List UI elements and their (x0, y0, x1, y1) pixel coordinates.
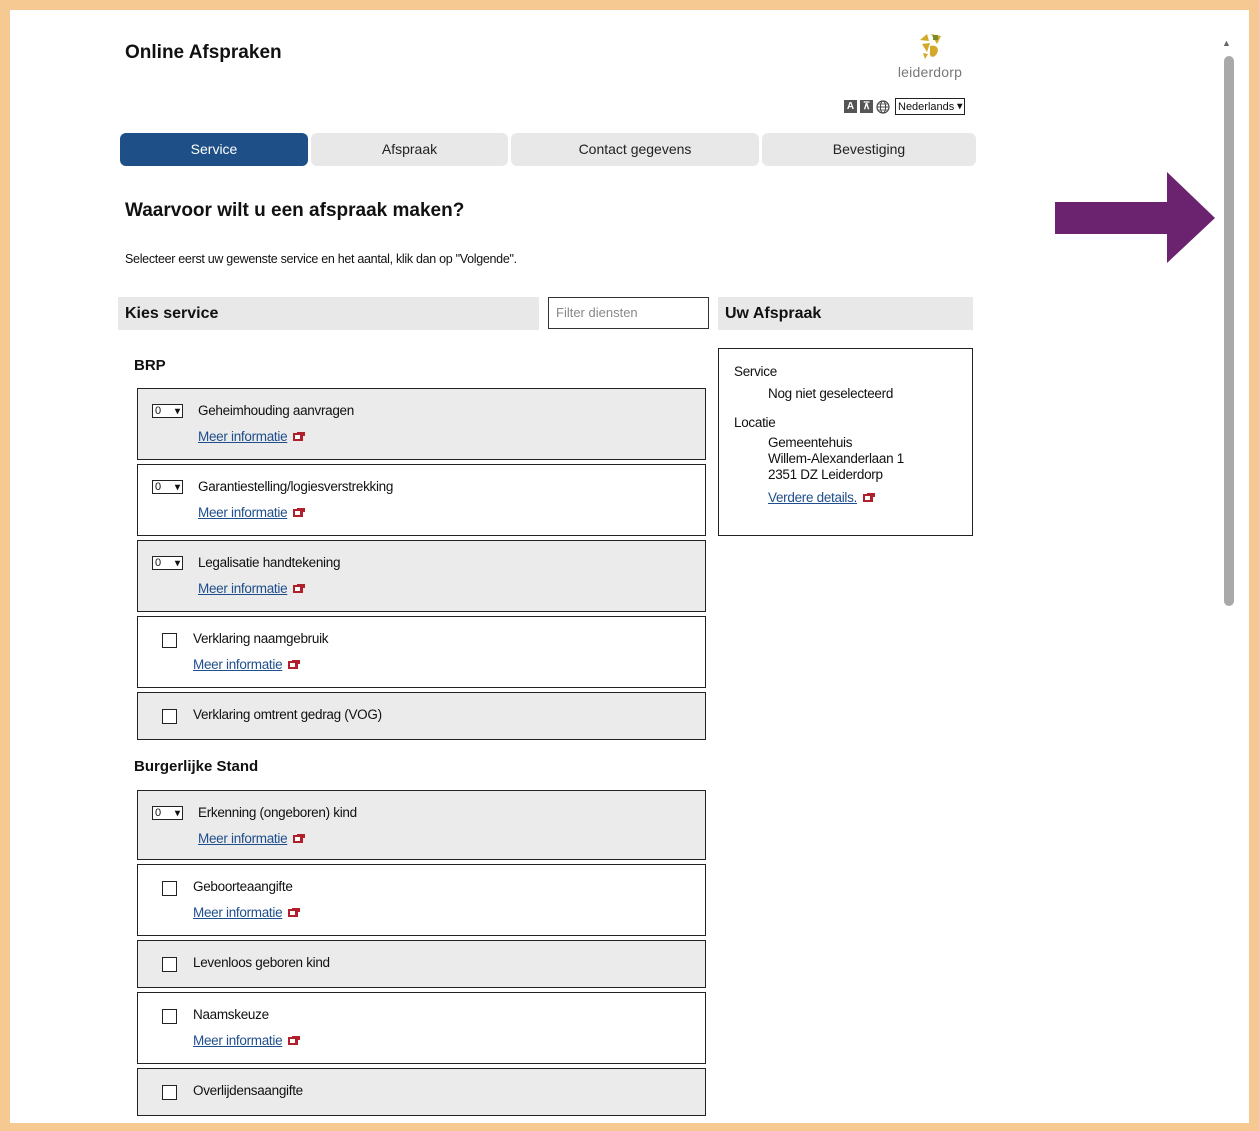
tab-bevestiging[interactable]: Bevestiging (762, 133, 976, 166)
quantity-select[interactable]: 0 ▾ (152, 556, 183, 570)
service-name: Erkenning (ongeboren) kind (198, 805, 357, 820)
scrollbar-thumb[interactable] (1224, 56, 1234, 606)
service-name: Naamskeuze (193, 1007, 269, 1022)
service-checkbox[interactable] (152, 880, 177, 896)
more-info-link[interactable]: Meer informatie (198, 429, 306, 444)
more-info-link[interactable]: Meer informatie (198, 581, 306, 596)
more-details-link[interactable]: Verdere details. (768, 490, 876, 505)
service-item: 0 ▾ Garantiestelling/logiesverstrekking M… (137, 464, 706, 536)
service-name: Geheimhouding aanvragen (198, 403, 354, 418)
location-label: Locatie (734, 415, 776, 430)
location-line: 2351 DZ Leiderdorp (768, 467, 883, 482)
globe-icon (876, 99, 890, 114)
category-title-burgerlijke-stand: Burgerlijke Stand (134, 758, 259, 775)
uw-afspraak-header: Uw Afspraak (718, 297, 973, 330)
service-checkbox[interactable] (152, 1084, 177, 1100)
service-name: Garantiestelling/logiesverstrekking (198, 479, 394, 494)
app-title: Online Afspraken (125, 42, 282, 63)
more-info-link[interactable]: Meer informatie (198, 831, 306, 846)
service-value: Nog niet geselecteerd (768, 386, 894, 401)
service-item: 0 ▾ Erkenning (ongeboren) kind Meer infor… (137, 790, 706, 860)
tab-afspraak[interactable]: Afspraak (311, 133, 508, 166)
filter-services-input[interactable]: Filter diensten (548, 297, 709, 329)
instruction-text: Selecteer eerst uw gewenste service en h… (125, 252, 517, 266)
step-tabs: Service Afspraak Contact gegevens Bevest… (120, 133, 976, 166)
leiderdorp-logo[interactable]: leiderdorp (890, 32, 970, 80)
location-line: Gemeentehuis (768, 435, 853, 450)
service-label: Service (734, 364, 777, 379)
chevron-down-icon: ▾ (174, 557, 180, 569)
page-question: Waarvoor wilt u een afspraak maken? (125, 200, 465, 221)
more-info-link[interactable]: Meer informatie (193, 657, 301, 672)
service-item: Verklaring omtrent gedrag (VOG) (137, 692, 706, 740)
tab-service[interactable]: Service (120, 133, 308, 166)
service-item: Levenloos geboren kind (137, 940, 706, 988)
service-item: Geboorteaangifte Meer informatie (137, 864, 706, 936)
logo-text: leiderdorp (897, 64, 963, 80)
kies-service-header: Kies service (118, 297, 539, 330)
more-info-link[interactable]: Meer informatie (193, 905, 301, 920)
service-item: 0 ▾ Geheimhouding aanvragen Meer informat… (137, 388, 706, 460)
appointment-summary: Service Nog niet geselecteerd Locatie Ge… (718, 348, 973, 536)
quantity-select[interactable]: 0 ▾ (152, 404, 183, 418)
service-item: Verklaring naamgebruik Meer informatie (137, 616, 706, 688)
service-item: Overlijdensaangifte (137, 1068, 706, 1116)
location-line: Willem-Alexanderlaan 1 (768, 451, 904, 466)
external-link-icon (293, 834, 306, 843)
scroll-up-icon[interactable]: ▲ (1222, 38, 1231, 48)
service-checkbox[interactable] (152, 1008, 177, 1024)
service-name: Geboorteaangifte (193, 879, 293, 894)
service-item: Naamskeuze Meer informatie (137, 992, 706, 1064)
leiderdorp-emblem-icon (920, 34, 941, 59)
service-checkbox[interactable] (152, 956, 177, 972)
service-name: Levenloos geboren kind (193, 955, 330, 970)
external-link-icon (288, 660, 301, 669)
chevron-down-icon: ▾ (174, 481, 180, 493)
service-name: Overlijdensaangifte (193, 1083, 303, 1098)
chevron-down-icon: ▾ (174, 807, 180, 819)
font-size-icon[interactable]: A (844, 100, 857, 113)
service-name: Legalisatie handtekening (198, 555, 341, 570)
service-checkbox[interactable] (152, 708, 177, 724)
external-link-icon (293, 432, 306, 441)
chevron-down-icon: ▾ (957, 100, 963, 112)
quantity-select[interactable]: 0 ▾ (152, 806, 183, 820)
category-title-brp: BRP (134, 357, 166, 374)
quantity-select[interactable]: 0 ▾ (152, 480, 183, 494)
service-name: Verklaring naamgebruik (193, 631, 329, 646)
language-value: Nederlands (898, 100, 955, 113)
more-info-link[interactable]: Meer informatie (198, 505, 306, 520)
service-item: 0 ▾ Legalisatie handtekening Meer informa… (137, 540, 706, 612)
service-checkbox[interactable] (152, 632, 177, 648)
chevron-down-icon: ▾ (174, 405, 180, 417)
external-link-icon (293, 508, 306, 517)
tab-contact-gegevens[interactable]: Contact gegevens (511, 133, 759, 166)
more-info-link[interactable]: Meer informatie (193, 1033, 301, 1048)
language-bar: A ⊼ Nederlands ▾ (844, 98, 966, 115)
service-name: Verklaring omtrent gedrag (VOG) (193, 707, 382, 722)
language-select[interactable]: Nederlands ▾ (895, 98, 966, 115)
arrow-pointer-icon (1055, 172, 1215, 263)
read-aloud-icon[interactable]: ⊼ (860, 100, 873, 113)
browser-viewport: Online Afspraken leiderdorp A ⊼ Nederlan… (10, 10, 1249, 1123)
external-link-icon (863, 493, 876, 502)
external-link-icon (288, 1036, 301, 1045)
external-link-icon (288, 908, 301, 917)
external-link-icon (293, 584, 306, 593)
